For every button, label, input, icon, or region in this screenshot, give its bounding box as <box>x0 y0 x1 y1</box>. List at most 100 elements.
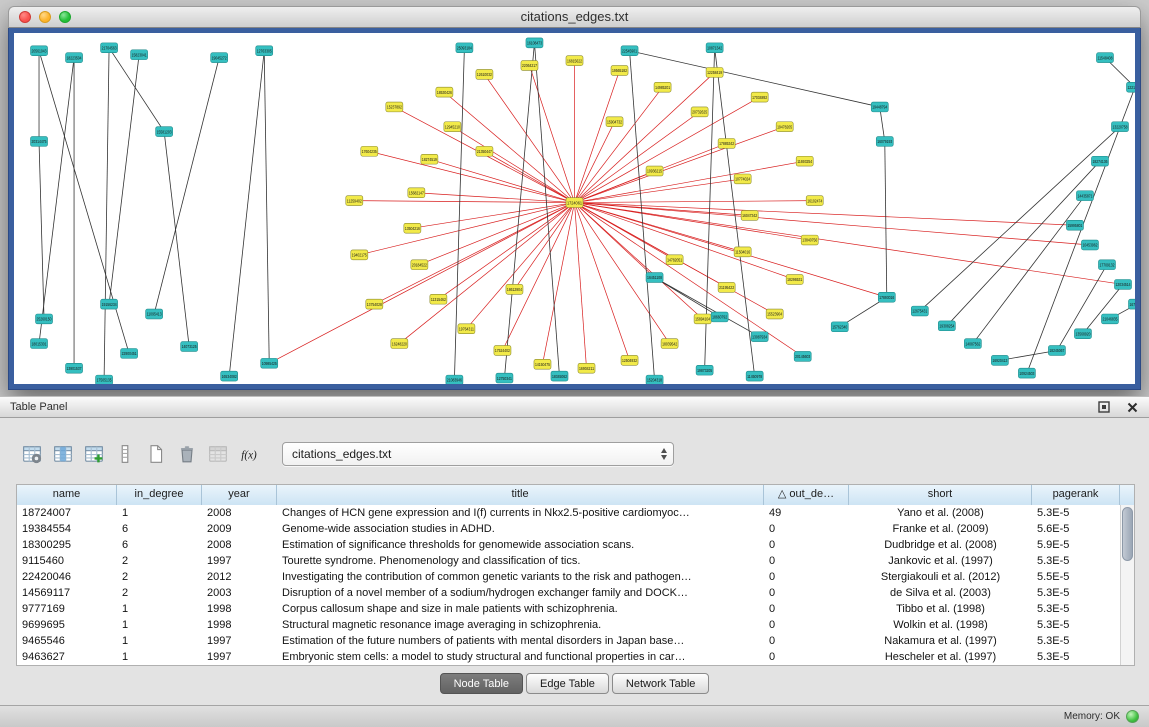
graph-node[interactable]: 16451108 <box>646 273 663 283</box>
table-row[interactable]: 1456911722003Disruption of a novel membe… <box>17 585 1134 601</box>
cell-name[interactable]: 22420046 <box>17 569 117 585</box>
cell-year[interactable]: 2012 <box>202 569 277 585</box>
cell-in_degree[interactable]: 1 <box>117 505 202 521</box>
graph-node[interactable]: 21046835 <box>1101 314 1118 324</box>
graph-node[interactable]: 10985425 <box>261 358 278 368</box>
graph-node[interactable]: 15762340 <box>831 322 848 332</box>
graph-node[interactable]: 10774024 <box>734 174 751 184</box>
cell-year[interactable]: 2009 <box>202 521 277 537</box>
graph-node[interactable]: 21704563 <box>101 43 118 53</box>
graph-node[interactable]: 12945210 <box>444 122 461 132</box>
cell-pagerank[interactable]: 5.3E-5 <box>1032 633 1120 649</box>
table-row[interactable]: 1872400712008Changes of HCN gene express… <box>17 505 1134 521</box>
cell-in_degree[interactable]: 1 <box>117 617 202 633</box>
cell-year[interactable]: 2003 <box>202 585 277 601</box>
graph-node[interactable]: 19873205 <box>696 365 713 375</box>
graph-node[interactable]: 14782051 <box>666 255 683 265</box>
zoom-button[interactable] <box>59 11 71 23</box>
graph-node[interactable]: 12217937 <box>1126 82 1135 92</box>
cell-pagerank[interactable]: 5.3E-5 <box>1032 649 1120 665</box>
graph-node[interactable]: 12610032 <box>476 69 493 79</box>
cell-pagerank[interactable]: 5.3E-5 <box>1032 505 1120 521</box>
cell-pagerank[interactable]: 5.9E-5 <box>1032 537 1120 553</box>
graph-node[interactable]: 14150475 <box>534 359 551 369</box>
graph-node[interactable]: 18015301 <box>31 339 48 349</box>
column-header-in_degree[interactable]: in_degree <box>117 485 202 505</box>
graph-hub-node[interactable]: 1724061 <box>566 198 583 208</box>
cell-year[interactable]: 1997 <box>202 649 277 665</box>
graph-node[interactable]: 17885342 <box>718 138 735 148</box>
table-vertical-scrollbar[interactable] <box>1120 505 1134 665</box>
close-button[interactable] <box>19 11 31 23</box>
graph-node[interactable]: 16904211 <box>578 363 595 373</box>
graph-node[interactable]: 19402175 <box>351 250 368 260</box>
cell-title[interactable]: Corpus callosum shape and size in male p… <box>277 601 764 617</box>
graph-node[interactable]: 19478205 <box>776 122 793 132</box>
graph-node[interactable]: 16774058 <box>1128 299 1135 309</box>
cell-in_degree[interactable]: 6 <box>117 521 202 537</box>
graph-node[interactable]: 21350447 <box>476 146 493 156</box>
table-row[interactable]: 1830029562008Estimation of significance … <box>17 537 1134 553</box>
cell-name[interactable]: 19384554 <box>17 521 117 537</box>
graph-node[interactable]: 18660792 <box>711 312 728 322</box>
graph-node[interactable]: 22545901 <box>621 46 638 56</box>
cell-pagerank[interactable]: 5.3E-5 <box>1032 553 1120 569</box>
graph-node[interactable]: 19448794 <box>871 102 888 112</box>
cell-year[interactable]: 1997 <box>202 553 277 569</box>
graph-node[interactable]: 16047342 <box>741 210 758 220</box>
graph-node[interactable]: 18223504 <box>66 53 83 63</box>
cell-pagerank[interactable]: 5.6E-5 <box>1032 521 1120 537</box>
scrollbar-thumb[interactable] <box>1122 507 1133 561</box>
graph-node[interactable]: 25093184 <box>456 43 473 53</box>
tab-node-table[interactable]: Node Table <box>440 673 523 694</box>
column-header-pagerank[interactable]: pagerank <box>1032 485 1120 505</box>
cell-year[interactable]: 1998 <box>202 617 277 633</box>
cell-in_degree[interactable]: 6 <box>117 537 202 553</box>
graph-node[interactable]: 12258419 <box>706 68 723 78</box>
cell-out_degree[interactable]: 0 <box>764 553 849 569</box>
tab-network-table[interactable]: Network Table <box>612 673 710 694</box>
cell-short[interactable]: Dudbridge et al. (2008) <box>849 537 1032 553</box>
network-canvas[interactable]: 1853042612610032220642171681562219565182… <box>14 33 1135 384</box>
column-header-year[interactable]: year <box>202 485 277 505</box>
column-header-name[interactable]: name <box>17 485 117 505</box>
graph-node[interactable]: 12034514 <box>1114 279 1131 289</box>
graph-node[interactable]: 22900451 <box>121 349 138 359</box>
graph-node[interactable]: 14435871 <box>1076 191 1093 201</box>
graph-node[interactable]: 13087934 <box>751 332 768 342</box>
function-builder-icon[interactable]: f(x) <box>235 441 263 467</box>
column-header-out_degree[interactable]: △ out_de… <box>764 485 849 505</box>
float-panel-icon[interactable] <box>1097 400 1111 414</box>
cell-year[interactable]: 1997 <box>202 633 277 649</box>
graph-node[interactable]: 17034892 <box>751 92 768 102</box>
cell-title[interactable]: Tourette syndrome. Phenomenology and cla… <box>277 553 764 569</box>
cell-name[interactable]: 9777169 <box>17 601 117 617</box>
cell-year[interactable]: 2008 <box>202 537 277 553</box>
graph-node[interactable]: 17709132 <box>1098 260 1115 270</box>
graph-node[interactable]: 15581203 <box>156 127 173 137</box>
graph-node[interactable]: 21083946 <box>446 375 463 384</box>
graph-node[interactable]: 14985201 <box>654 82 671 92</box>
cell-pagerank[interactable]: 5.3E-5 <box>1032 617 1120 633</box>
cell-title[interactable]: Genome-wide association studies in ADHD. <box>277 521 764 537</box>
cell-short[interactable]: Yano et al. (2008) <box>849 505 1032 521</box>
graph-node[interactable]: 13568920 <box>1074 329 1091 339</box>
graph-node[interactable]: 16920413 <box>991 355 1008 365</box>
cell-out_degree[interactable]: 0 <box>764 617 849 633</box>
graph-node[interactable]: 18296531 <box>786 275 803 285</box>
graph-node[interactable]: 20561043 <box>31 46 48 56</box>
cell-out_degree[interactable]: 0 <box>764 633 849 649</box>
graph-node[interactable]: 16534082 <box>221 371 238 381</box>
graph-node[interactable]: 11450978 <box>746 371 763 381</box>
cell-title[interactable]: Estimation of significance thresholds fo… <box>277 537 764 553</box>
minimize-button[interactable] <box>39 11 51 23</box>
cell-short[interactable]: Jankovic et al. (1997) <box>849 553 1032 569</box>
cell-name[interactable]: 9115460 <box>17 553 117 569</box>
close-panel-icon[interactable] <box>1125 400 1139 414</box>
cell-in_degree[interactable]: 2 <box>117 569 202 585</box>
graph-node[interactable]: 11693254 <box>796 156 813 166</box>
graph-node[interactable]: 17505135 <box>96 375 113 384</box>
column-header-short[interactable]: short <box>849 485 1032 505</box>
graph-node[interactable]: 15204318 <box>646 375 663 384</box>
graph-node[interactable]: 11548408 <box>1096 53 1113 63</box>
